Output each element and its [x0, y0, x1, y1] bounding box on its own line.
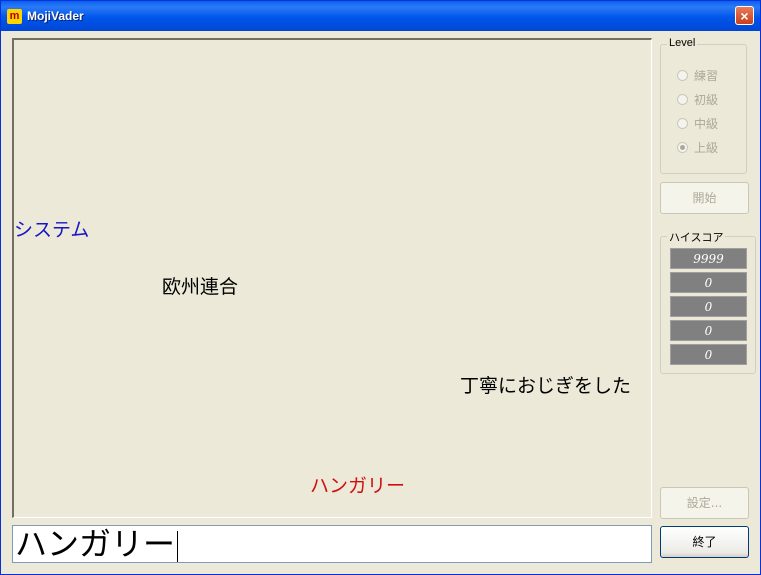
- highscore-legend: ハイスコア: [667, 229, 726, 245]
- typing-input[interactable]: ハンガリー: [12, 525, 652, 563]
- level-option-beginner[interactable]: 初級: [677, 91, 718, 108]
- level-option-label: 初級: [694, 93, 719, 107]
- radio-button[interactable]: [677, 118, 688, 129]
- level-option-practice[interactable]: 練習: [677, 67, 718, 84]
- highscore-entry: 0: [670, 344, 747, 365]
- highscore-entry: 0: [670, 296, 747, 317]
- title-bar[interactable]: m MojiVader ×: [1, 1, 760, 31]
- radio-button[interactable]: [677, 70, 688, 81]
- text-caret: [177, 530, 179, 562]
- highscore-group: ハイスコア 9999 0 0 0 0: [660, 229, 756, 374]
- level-legend: Level: [667, 37, 698, 49]
- radio-button[interactable]: [677, 94, 688, 105]
- play-area: システム 欧州連合 丁寧におじぎをした ハンガリー: [12, 38, 652, 518]
- falling-word-systemu: システム: [14, 219, 90, 241]
- highscore-entry: 0: [670, 320, 747, 341]
- falling-word-hungary: ハンガリー: [310, 475, 406, 497]
- level-group: Level 練習 初級 中級 上級: [660, 37, 747, 174]
- app-window: m MojiVader × システム 欧州連合 丁寧におじぎをした ハンガリー …: [0, 0, 761, 575]
- radio-button-checked[interactable]: [677, 142, 688, 153]
- window-title: MojiVader: [27, 9, 84, 23]
- falling-word-oushu-rengou: 欧州連合: [162, 276, 239, 298]
- level-option-intermediate[interactable]: 中級: [677, 115, 718, 132]
- level-option-label: 上級: [694, 141, 719, 155]
- highscore-entry: 0: [670, 272, 747, 293]
- typing-input-value: ハンガリー: [15, 525, 176, 563]
- level-option-advanced[interactable]: 上級: [677, 139, 718, 156]
- level-option-label: 練習: [694, 69, 719, 83]
- app-logo-icon: m: [7, 9, 22, 24]
- quit-button[interactable]: 終了: [660, 526, 749, 558]
- falling-word-teinei: 丁寧におじぎをした: [460, 375, 632, 397]
- highscore-entry: 9999: [670, 248, 747, 269]
- close-button[interactable]: ×: [735, 6, 754, 25]
- start-button[interactable]: 開始: [660, 182, 749, 214]
- settings-button[interactable]: 設定...: [660, 487, 749, 519]
- level-option-label: 中級: [694, 117, 719, 131]
